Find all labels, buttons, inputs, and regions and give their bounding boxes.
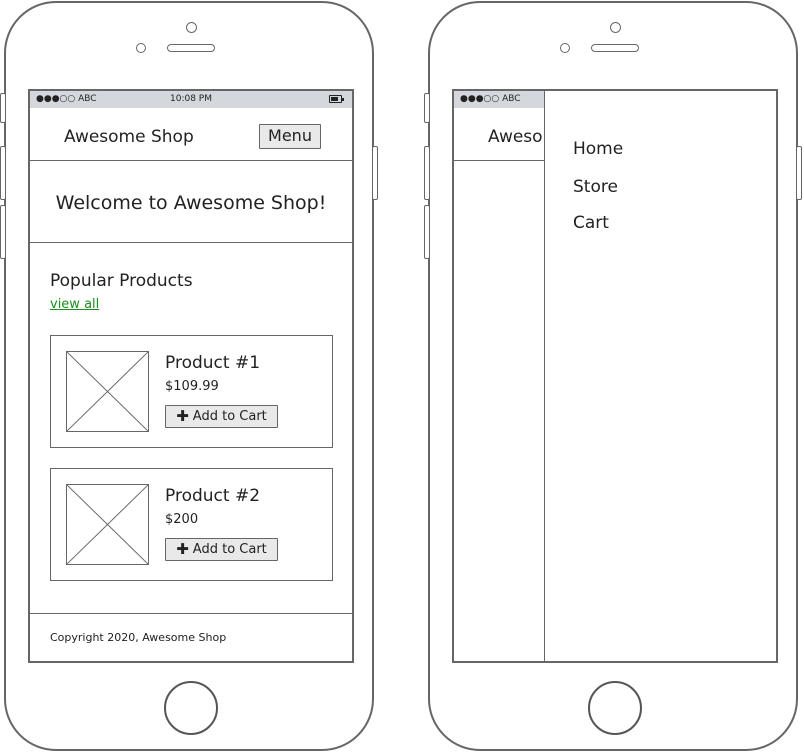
screen-left: ●●●○○ ABC 10:08 PM Awesome Shop Menu Wel… (28, 89, 354, 663)
phone-frame-left: ●●●○○ ABC 10:08 PM Awesome Shop Menu Wel… (0, 1, 378, 751)
carrier-signal: ●●●○○ ABC (460, 94, 521, 104)
drawer-item-home[interactable]: Home (573, 139, 623, 159)
plus-icon: ✚ (176, 407, 189, 425)
mute-switch (424, 93, 430, 123)
volume-up-button (0, 146, 6, 200)
welcome-heading: Welcome to Awesome Shop! (55, 192, 327, 214)
status-time: 10:08 PM (170, 94, 212, 104)
battery-icon (329, 95, 344, 103)
screen-right: ●●●○○ ABC Awesome Home Store Cart (452, 89, 778, 663)
phone-frame-right: ●●●○○ ABC Awesome Home Store Cart (424, 1, 802, 751)
footer-divider (30, 613, 352, 614)
product-name[interactable]: Product #1 (165, 353, 260, 373)
add-to-cart-label: Add to Cart (192, 542, 267, 557)
image-placeholder-icon (66, 484, 149, 565)
home-button[interactable] (588, 681, 642, 735)
earpiece-speaker (591, 44, 639, 52)
header-divider (30, 160, 352, 161)
popular-products-heading: Popular Products (50, 271, 193, 291)
front-camera (560, 43, 570, 53)
copyright-text: Copyright 2020, Awesome Shop (50, 631, 227, 644)
image-placeholder-icon (66, 351, 149, 432)
mute-switch (0, 93, 6, 123)
brand-title[interactable]: Awesome Shop (64, 127, 194, 147)
navigation-drawer: Home Store Cart (544, 91, 776, 661)
front-sensor-dot (610, 22, 621, 33)
product-price: $200 (165, 512, 199, 527)
add-to-cart-label: Add to Cart (192, 409, 267, 424)
drawer-item-cart[interactable]: Cart (573, 213, 609, 233)
status-bar: ●●●○○ ABC 10:08 PM (30, 91, 352, 108)
view-all-link[interactable]: view all (50, 297, 99, 312)
volume-up-button (424, 146, 430, 200)
drawer-item-store[interactable]: Store (573, 177, 618, 197)
menu-button[interactable]: Menu (259, 124, 321, 149)
front-sensor-dot (186, 22, 197, 33)
home-button[interactable] (164, 681, 218, 735)
power-button (372, 146, 378, 200)
product-card: Product #2 $200 ✚ Add to Cart (50, 468, 333, 581)
power-button (796, 146, 802, 200)
product-card: Product #1 $109.99 ✚ Add to Cart (50, 335, 333, 448)
volume-down-button (424, 205, 430, 259)
plus-icon: ✚ (176, 540, 189, 558)
product-name[interactable]: Product #2 (165, 486, 260, 506)
volume-down-button (0, 205, 6, 259)
hero-divider (30, 242, 352, 243)
add-to-cart-button[interactable]: ✚ Add to Cart (165, 405, 278, 428)
product-price: $109.99 (165, 379, 219, 394)
add-to-cart-button[interactable]: ✚ Add to Cart (165, 538, 278, 561)
earpiece-speaker (167, 44, 215, 52)
front-camera (136, 43, 146, 53)
